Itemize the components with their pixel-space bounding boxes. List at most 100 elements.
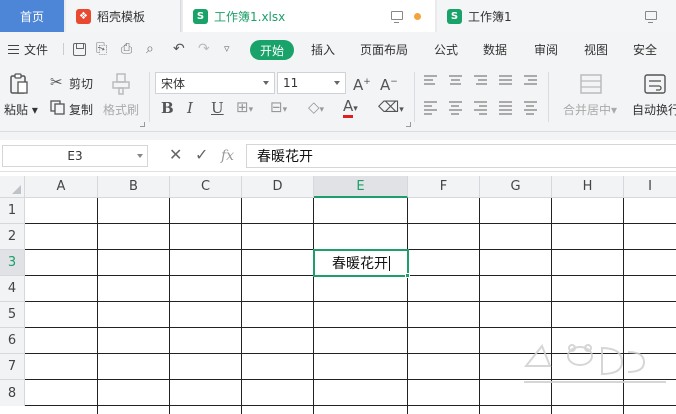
row-header-4[interactable]: 4 xyxy=(0,276,25,302)
tab-workbook-2[interactable]: S 工作簿1 xyxy=(437,0,676,32)
align-top-icon[interactable] xyxy=(424,75,437,87)
row-header-2[interactable]: 2 xyxy=(0,224,25,250)
menu-start[interactable]: 开始 xyxy=(250,40,294,60)
bold-icon[interactable]: B xyxy=(161,101,174,116)
column-header-f[interactable]: F xyxy=(408,176,480,198)
align-middle-icon[interactable] xyxy=(449,75,462,87)
chevron-down-icon[interactable]: ▿ xyxy=(224,42,230,56)
cell-reference: E3 xyxy=(67,149,83,163)
menu-view[interactable]: 视图 xyxy=(584,41,608,58)
align-bottom-icon[interactable] xyxy=(474,75,487,87)
text-direction-icon[interactable] xyxy=(499,75,512,87)
formula-bar: E3 ✕ ✓ fx 春暖花开 xyxy=(0,140,676,172)
wrap-text-button[interactable]: 自动换行 xyxy=(632,101,676,118)
column-header-d[interactable]: D xyxy=(242,176,314,198)
menu-review[interactable]: 审阅 xyxy=(534,41,558,58)
font-size-select[interactable]: 11 xyxy=(277,72,346,94)
cancel-icon[interactable]: ✕ xyxy=(169,147,182,163)
monitor-icon[interactable] xyxy=(645,11,657,23)
decrease-font-icon[interactable]: A− xyxy=(380,75,398,93)
menu-insert[interactable]: 插入 xyxy=(311,41,335,58)
paste-label: 粘贴 xyxy=(4,103,29,117)
tab-template[interactable]: ❖ 稻壳模板 xyxy=(66,0,181,32)
row-header-3[interactable]: 3 xyxy=(0,250,25,276)
hamburger-icon xyxy=(8,45,19,54)
align-center-icon[interactable] xyxy=(449,101,462,117)
border-icon[interactable]: ⊞▾ xyxy=(236,100,253,118)
menu-file-label: 文件 xyxy=(24,43,49,57)
column-header-h[interactable]: H xyxy=(552,176,624,198)
redo-icon[interactable]: ↷ xyxy=(198,42,210,56)
export-icon[interactable]: ⎘ xyxy=(96,42,107,56)
column-header-a[interactable]: A xyxy=(25,176,98,198)
column-header-b[interactable]: B xyxy=(98,176,170,198)
active-cell-value: 春暖花开 xyxy=(332,256,388,272)
clipboard-expand-icon[interactable] xyxy=(140,122,145,127)
column-header-c[interactable]: C xyxy=(170,176,242,198)
font-name-select[interactable]: 宋体 xyxy=(155,72,275,94)
menu-file[interactable]: 文件 xyxy=(8,41,48,58)
tab-workbook-active-label: 工作簿1.xlsx xyxy=(214,9,286,24)
column-header-g[interactable]: G xyxy=(480,176,552,198)
save-icon[interactable] xyxy=(73,43,86,56)
row-header-5[interactable]: 5 xyxy=(0,302,25,328)
menu-data[interactable]: 数据 xyxy=(483,41,507,58)
unsaved-dot-icon xyxy=(414,13,421,20)
indent-icon[interactable] xyxy=(524,75,537,87)
tab-home-label: 首页 xyxy=(19,9,44,24)
fill-handle[interactable] xyxy=(405,273,410,278)
font-size-value: 11 xyxy=(283,76,299,90)
print-preview-icon[interactable]: ⌕ xyxy=(146,42,154,56)
paste-icon[interactable] xyxy=(9,73,29,95)
italic-icon[interactable]: I xyxy=(187,101,193,116)
row-header-6[interactable]: 6 xyxy=(0,328,25,354)
cut-button[interactable]: 剪切 xyxy=(69,75,93,92)
align-right-icon[interactable] xyxy=(474,101,487,117)
underline-icon[interactable]: U xyxy=(211,101,224,116)
column-header-e[interactable]: E xyxy=(314,176,408,198)
name-box[interactable]: E3 xyxy=(2,145,148,167)
distributed-icon[interactable] xyxy=(524,101,537,117)
cell-style-icon[interactable]: ⊟▾ xyxy=(270,100,287,118)
print-icon[interactable]: ⎙ xyxy=(121,42,132,56)
monitor-icon[interactable] xyxy=(391,11,403,23)
align-left-icon[interactable] xyxy=(424,101,437,117)
column-header-i[interactable]: I xyxy=(624,176,676,198)
tab-bar: 首页 ❖ 稻壳模板 S 工作簿1.xlsx S 工作簿1 xyxy=(0,0,676,32)
formula-input[interactable]: 春暖花开 xyxy=(246,144,676,168)
divider xyxy=(63,43,64,55)
menu-formulas[interactable]: 公式 xyxy=(434,41,458,58)
font-color-icon[interactable]: A▾ xyxy=(343,97,358,118)
tab-workbook-2-label: 工作簿1 xyxy=(468,9,512,24)
copy-button[interactable]: 复制 xyxy=(69,101,93,118)
fill-color-icon[interactable]: ◇▾ xyxy=(308,100,324,118)
tab-workbook-active[interactable]: S 工作簿1.xlsx xyxy=(183,0,435,32)
text-cursor xyxy=(389,255,390,271)
font-expand-icon[interactable] xyxy=(406,122,411,127)
menu-page-layout[interactable]: 页面布局 xyxy=(360,41,408,58)
docer-icon: ❖ xyxy=(76,8,91,24)
active-cell-e3[interactable]: 春暖花开 xyxy=(313,249,409,277)
format-painter-button[interactable]: 格式刷 xyxy=(103,101,139,118)
fx-icon[interactable]: fx xyxy=(221,148,234,164)
row-header-8[interactable]: 8 xyxy=(0,380,25,406)
row-header-1[interactable]: 1 xyxy=(0,198,25,224)
select-all-corner[interactable] xyxy=(0,176,25,198)
grid-line xyxy=(97,198,98,414)
undo-icon[interactable]: ↶ xyxy=(173,42,185,56)
ribbon: 粘贴 ▾ ✂ 剪切 复制 格式刷 宋体 11 A+ A− B I U ⊞▾ ⊟▾… xyxy=(0,66,676,132)
merge-center-button[interactable]: 合并居中▾ xyxy=(563,101,617,118)
justify-icon[interactable] xyxy=(499,101,512,117)
menu-security[interactable]: 安全 xyxy=(633,41,657,58)
eraser-icon[interactable]: ⌫▾ xyxy=(378,100,404,118)
grid-line xyxy=(25,327,676,328)
increase-font-icon[interactable]: A+ xyxy=(353,75,371,93)
formula-bar-spacer xyxy=(0,132,676,140)
confirm-icon[interactable]: ✓ xyxy=(195,147,208,163)
merge-center-icon xyxy=(580,74,602,94)
paste-button[interactable]: 粘贴 ▾ xyxy=(4,101,38,118)
font-name-value: 宋体 xyxy=(161,76,186,91)
menu-bar: 文件 ⎘ ⎙ ⌕ ↶ ↷ ▿ 开始 插入 页面布局 公式 数据 审阅 视图 安全 xyxy=(0,32,676,66)
tab-home[interactable]: 首页 xyxy=(0,0,64,32)
row-header-7[interactable]: 7 xyxy=(0,354,25,380)
